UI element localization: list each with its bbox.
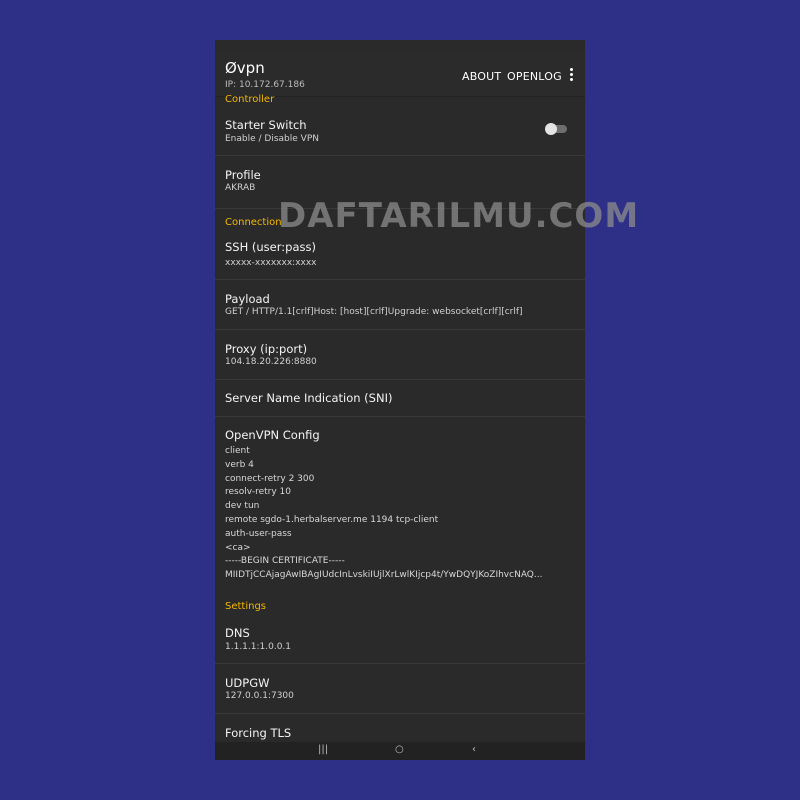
section-controller: Controller	[225, 94, 275, 105]
ssh-title: SSH (user:pass)	[225, 240, 316, 254]
dns-summary: 1.1.1.1:1.0.0.1	[225, 642, 292, 652]
config-line: <ca>	[225, 542, 251, 553]
openlog-button[interactable]: OPENLOG	[507, 70, 562, 83]
config-line: dev tun	[225, 501, 260, 512]
config-line: MIIDTjCCAjagAwIBAgIUdcInLvskiIUjlXrLwlKI…	[225, 570, 543, 581]
config-line: -----BEGIN CERTIFICATE-----	[225, 556, 345, 567]
starter-switch-row[interactable]: Starter Switch Enable / Disable VPN	[215, 110, 585, 156]
vpn-toggle-switch[interactable]	[545, 123, 567, 135]
navigation-bar: ||| ○ ‹	[215, 742, 585, 760]
payload-title: Payload	[225, 292, 270, 306]
payload-row[interactable]: Payload GET / HTTP/1.1[crlf]Host: [host]…	[215, 280, 585, 330]
profile-summary: AKRAB	[225, 183, 256, 193]
udpgw-summary: 127.0.0.1:7300	[225, 691, 294, 701]
sni-title: Server Name Indication (SNI)	[225, 391, 393, 405]
home-icon[interactable]: ○	[395, 745, 404, 755]
starter-switch-title: Starter Switch	[225, 118, 307, 132]
proxy-row[interactable]: Proxy (ip:port) 104.18.20.226:8880	[215, 330, 585, 380]
about-button[interactable]: ABOUT	[462, 70, 501, 83]
proxy-title: Proxy (ip:port)	[225, 342, 308, 356]
openvpn-config-text: client verb 4 connect-retry 2 300 resolv…	[225, 445, 542, 583]
proxy-summary: 104.18.20.226:8880	[225, 357, 317, 367]
section-connection: Connection	[225, 217, 282, 228]
status-bar	[215, 40, 585, 54]
app-title: Øvpn	[225, 59, 265, 77]
ssh-row[interactable]: SSH (user:pass) xxxxx-xxxxxxx:xxxx	[215, 232, 585, 280]
watermark: DAFTARILMU.COM	[278, 196, 640, 236]
config-line: client	[225, 446, 250, 456]
back-icon[interactable]: ‹	[472, 745, 476, 755]
ip-address: IP: 10.172.67.186	[225, 80, 305, 90]
starter-switch-summary: Enable / Disable VPN	[225, 134, 319, 144]
dns-title: DNS	[225, 626, 250, 640]
sni-row[interactable]: Server Name Indication (SNI)	[215, 380, 585, 417]
dns-row[interactable]: DNS 1.1.1.1:1.0.0.1	[215, 616, 585, 664]
toggle-knob	[545, 123, 557, 135]
payload-summary: GET / HTTP/1.1[crlf]Host: [host][crlf]Up…	[225, 307, 523, 317]
forcing-tls-row[interactable]: Forcing TLS	[215, 714, 585, 744]
recent-apps-icon[interactable]: |||	[318, 745, 328, 755]
section-settings: Settings	[225, 601, 267, 612]
openvpn-config-title: OpenVPN Config	[225, 428, 320, 442]
app-bar: Øvpn IP: 10.172.67.186 ABOUT OPENLOG	[215, 54, 585, 97]
config-line: resolv-retry 10	[225, 487, 291, 498]
more-vert-icon[interactable]	[565, 67, 577, 83]
config-line: auth-user-pass	[225, 528, 292, 539]
ssh-summary: xxxxx-xxxxxxx:xxxx	[225, 258, 317, 268]
udpgw-row[interactable]: UDPGW 127.0.0.1:7300	[215, 664, 585, 714]
config-line: verb 4	[225, 459, 254, 470]
config-line: remote sgdo-1.herbalserver.me 1194 tcp-c…	[225, 514, 439, 525]
profile-title: Profile	[225, 168, 261, 182]
phone-screen: Øvpn IP: 10.172.67.186 ABOUT OPENLOG Con…	[215, 40, 585, 760]
config-line: connect-retry 2 300	[225, 473, 315, 484]
udpgw-title: UDPGW	[225, 676, 270, 690]
forcing-tls-title: Forcing TLS	[225, 726, 292, 740]
